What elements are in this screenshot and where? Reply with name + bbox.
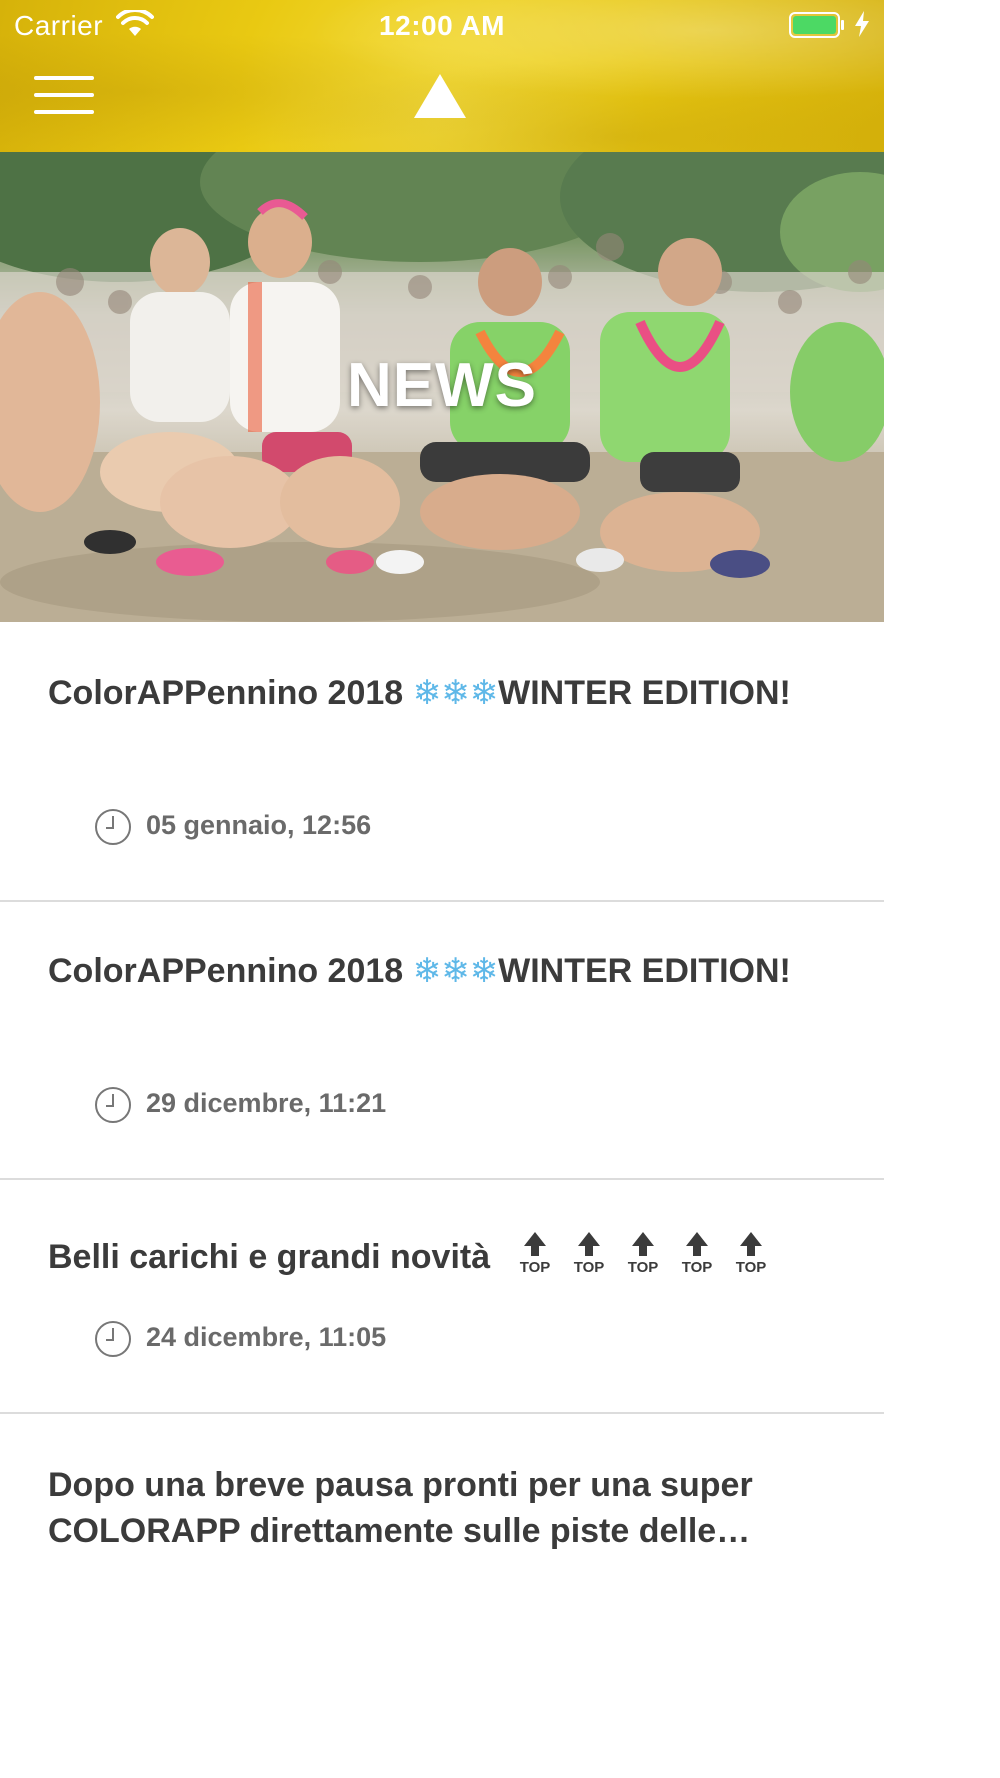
clock-icon: [95, 1321, 131, 1357]
app-screen: Carrier 12:00 AM NEWS ColorAPPennino 201…: [0, 0, 884, 1778]
news-date: 29 dicembre, 11:21: [146, 1088, 387, 1118]
news-title-text: Belli carichi e grandi novità: [48, 1238, 491, 1276]
news-title-suffix: WINTER EDITION!: [498, 674, 791, 712]
hero-title: NEWS: [347, 351, 537, 420]
news-title: Dopo una breve pausa pronti per una supe…: [48, 1462, 848, 1554]
news-title: ColorAPPennino 2018 ❄❄❄WINTER EDITION!: [48, 948, 838, 994]
battery-icon: [789, 12, 844, 38]
news-item[interactable]: Dopo una breve pausa pronti per una supe…: [0, 1414, 884, 1778]
clock-icon: [95, 809, 131, 845]
hamburger-menu-icon[interactable]: [34, 76, 94, 114]
top-bar: Carrier 12:00 AM: [0, 0, 884, 152]
top-arrow-icon: TOP: [681, 1232, 712, 1274]
news-title-text: ColorAPPennino 2018: [48, 674, 413, 712]
top-label: TOP: [519, 1259, 550, 1274]
news-item[interactable]: Belli carichi e grandi novità TOP TOP TOP T…: [0, 1180, 884, 1414]
top-arrow-icon: TOP: [627, 1232, 658, 1274]
top-badges: TOP TOP TOP TOP TOP: [500, 1232, 770, 1276]
top-label: TOP: [735, 1259, 766, 1274]
top-label: TOP: [681, 1259, 712, 1274]
news-date: 24 dicembre, 11:05: [146, 1322, 387, 1352]
top-arrow-icon: TOP: [519, 1232, 550, 1274]
status-time: 12:00 AM: [379, 10, 505, 41]
news-title: Belli carichi e grandi novità TOP TOP TOP T…: [48, 1230, 838, 1280]
top-arrow-icon: TOP: [735, 1232, 766, 1274]
top-label: TOP: [573, 1259, 604, 1274]
hero-banner: NEWS: [0, 152, 884, 622]
news-date: 05 gennaio, 12:56: [146, 810, 372, 840]
news-item[interactable]: ColorAPPennino 2018 ❄❄❄WINTER EDITION! 2…: [0, 902, 884, 1180]
triangle-logo-icon[interactable]: [412, 72, 468, 120]
top-label: TOP: [627, 1259, 658, 1274]
news-title-text: Dopo una breve pausa pronti per una supe…: [48, 1466, 753, 1550]
charging-bolt-icon: [855, 11, 869, 37]
top-arrow-icon: TOP: [573, 1232, 604, 1274]
news-title: ColorAPPennino 2018 ❄❄❄WINTER EDITION!: [48, 670, 838, 716]
snowflake-emoji: ❄❄❄: [412, 673, 499, 713]
news-title-suffix: WINTER EDITION!: [498, 952, 791, 990]
clock-icon: [95, 1087, 131, 1123]
status-bar: Carrier 12:00 AM: [0, 0, 884, 50]
news-item[interactable]: ColorAPPennino 2018 ❄❄❄WINTER EDITION! 0…: [0, 622, 884, 902]
snowflake-emoji: ❄❄❄: [412, 951, 499, 991]
news-title-text: ColorAPPennino 2018: [48, 952, 413, 990]
